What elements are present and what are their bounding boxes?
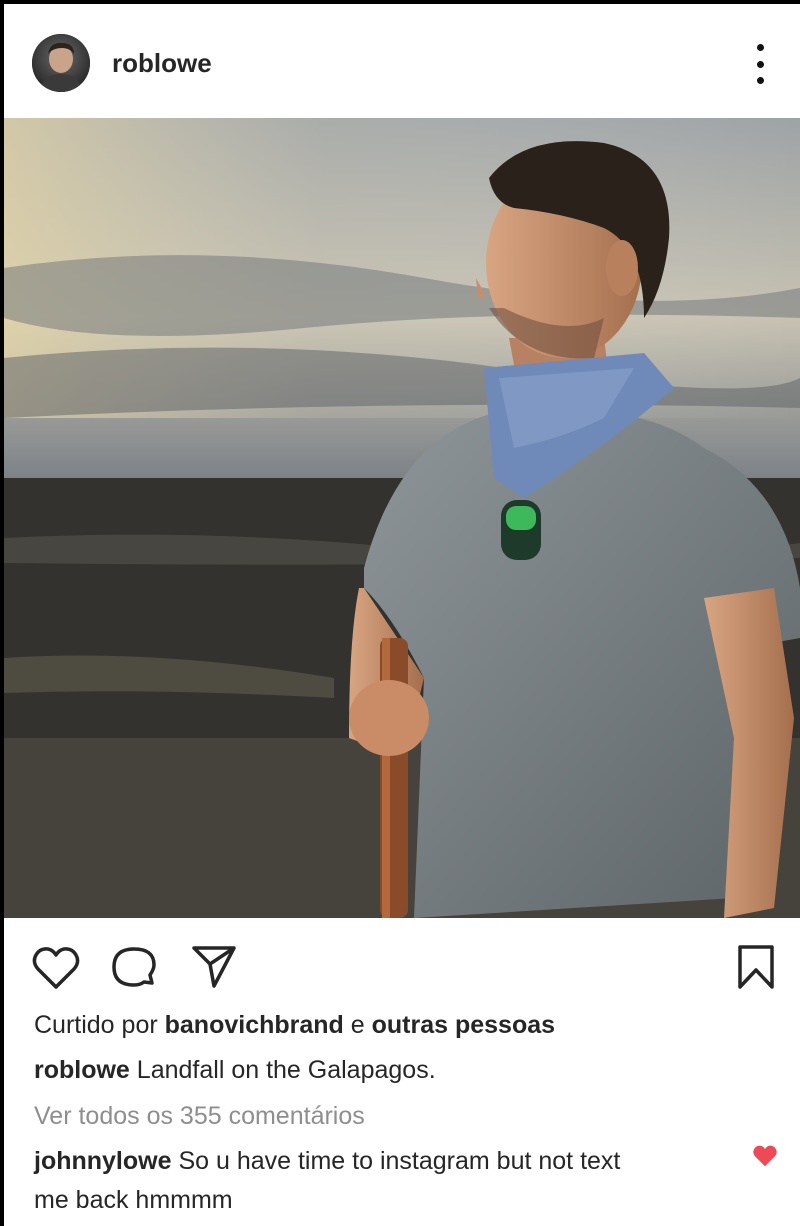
post-frame: roblowe Curtido por banovichbrand e outr… [4, 4, 800, 1226]
likes-conjunction: e [350, 1011, 365, 1039]
comment-username[interactable]: johnnylowe [34, 1147, 172, 1175]
likes-line: Curtido por banovichbrand e outras pesso… [34, 1009, 555, 1041]
bookmark-icon[interactable] [736, 944, 776, 995]
caption-line: roblowe Landfall on the Galapagos. [34, 1054, 436, 1086]
likes-user-link[interactable]: banovichbrand [165, 1011, 344, 1039]
action-bar [4, 918, 800, 1008]
avatar-image [32, 34, 90, 92]
comment-icon[interactable] [110, 945, 158, 996]
more-vertical-icon[interactable] [748, 44, 772, 84]
post-image[interactable] [4, 118, 800, 918]
comment-line-2: me back hmmmm [34, 1186, 233, 1214]
photo-illustration [4, 118, 800, 918]
comment-text: So u have time to instagram but not text [178, 1147, 621, 1175]
paper-plane-icon[interactable] [190, 944, 238, 995]
likes-others-link[interactable]: outras pessoas [372, 1011, 555, 1039]
profile-avatar[interactable] [32, 34, 90, 92]
post-username[interactable]: roblowe [112, 48, 212, 79]
comment-like-heart-icon[interactable] [752, 1144, 778, 1173]
view-all-comments-link[interactable]: Ver todos os 355 comentários [34, 1100, 365, 1132]
caption-username[interactable]: roblowe [34, 1056, 130, 1084]
heart-icon[interactable] [32, 946, 80, 995]
comment-line-1: johnnylowe So u have time to instagram b… [34, 1145, 620, 1177]
likes-prefix: Curtido por [34, 1011, 158, 1039]
caption-text: Landfall on the Galapagos. [136, 1056, 436, 1084]
post-header: roblowe [4, 4, 800, 118]
